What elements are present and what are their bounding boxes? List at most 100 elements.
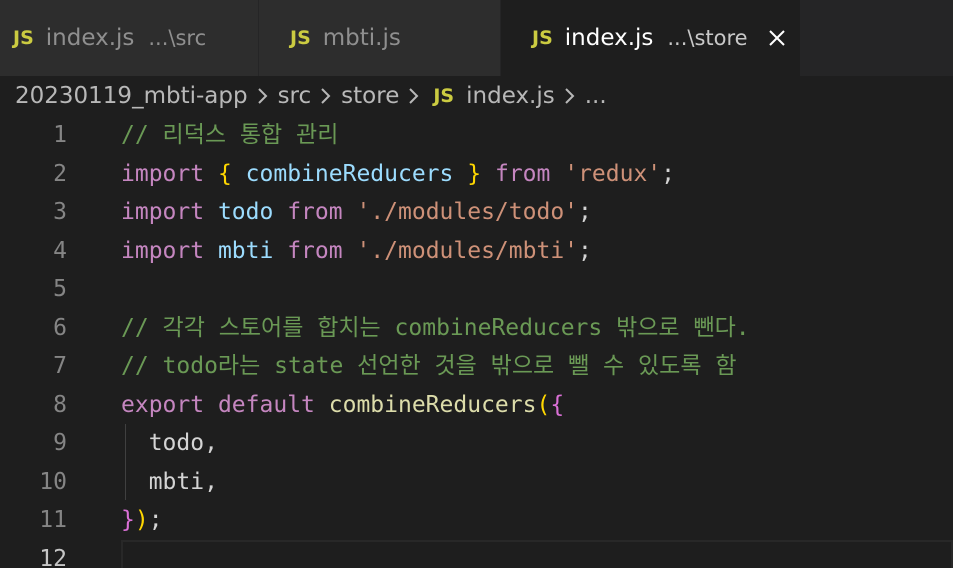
code-line[interactable]: 3 import todo from './modules/todo'; (0, 193, 953, 231)
tab-path-description: ...\src (148, 26, 207, 50)
code-line[interactable]: 7 // todo라는 state 선언한 것을 밖으로 뺄 수 있도록 함 (0, 347, 953, 385)
line-number: 1 (53, 122, 67, 148)
code-line[interactable]: 9 todo, (0, 424, 953, 462)
code-token: 'redux' (564, 160, 662, 187)
code-token: todo, (121, 430, 218, 456)
code-token: // 각각 스토어를 합치는 combineReducers 밖으로 뺀다. (121, 314, 750, 341)
code-content: todo, (121, 424, 218, 462)
chevron-right-icon (256, 85, 270, 107)
tab-index-js-src[interactable]: JS index.js ...\src (0, 0, 259, 76)
code-line[interactable]: 5 (0, 270, 953, 308)
javascript-file-icon: JS (290, 27, 311, 49)
code-token: from (287, 237, 343, 264)
code-editor[interactable]: 1 // 리덕스 통합 관리 2 import { combineReducers }… (0, 116, 953, 568)
code-token: ; (148, 507, 163, 533)
code-line[interactable]: 1 // 리덕스 통합 관리 (0, 116, 953, 154)
code-token: from (494, 160, 551, 187)
tab-label: mbti.js (322, 25, 401, 51)
tab-mbti-js[interactable]: JS mbti.js (259, 0, 501, 76)
line-number: 4 (53, 237, 67, 264)
code-token: import (121, 237, 205, 264)
line-number: 5 (53, 276, 67, 302)
breadcrumb: 20230119_mbti-app src store JS index.js … (0, 76, 953, 116)
code-token: './modules/mbti' (356, 237, 579, 264)
code-token: todo (217, 199, 274, 225)
line-number: 10 (39, 468, 67, 495)
code-token: combineReducers (328, 391, 537, 418)
code-token: { (217, 160, 232, 187)
code-content: import mbti from './modules/mbti'; (121, 232, 592, 270)
code-token: } (467, 160, 482, 187)
code-content: // 각각 스토어를 합치는 combineReducers 밖으로 뺀다. (121, 309, 750, 347)
code-token: import (121, 199, 205, 225)
code-token: // 리덕스 통합 관리 (121, 122, 339, 148)
code-token: ( (536, 391, 551, 418)
breadcrumb-symbol-ellipsis[interactable]: ... (585, 83, 607, 109)
code-token: { (550, 391, 565, 418)
code-line[interactable]: 2 import { combineReducers } from 'redux'… (0, 155, 953, 193)
editor-tab-bar: JS index.js ...\src JS mbti.js JS index.… (0, 0, 953, 76)
javascript-file-icon: JS (13, 27, 34, 49)
code-content: import todo from './modules/todo'; (121, 193, 592, 231)
code-token: ; (578, 237, 592, 264)
chevron-right-icon (563, 85, 577, 107)
line-number: 7 (53, 353, 67, 379)
code-token: ) (134, 507, 149, 533)
code-content: }); (121, 501, 163, 539)
code-token: './modules/todo' (356, 199, 579, 225)
line-number: 2 (53, 160, 67, 187)
code-line[interactable]: 8 export default combineReducers({ (0, 386, 953, 424)
code-line[interactable]: 4 import mbti from './modules/mbti'; (0, 232, 953, 270)
javascript-file-icon: JS (532, 27, 553, 49)
code-token: combineReducers (245, 160, 454, 187)
code-token: export (121, 391, 205, 418)
code-line[interactable]: 12 (0, 540, 953, 568)
line-number: 6 (53, 314, 67, 341)
tab-path-description: ...\store (667, 26, 748, 50)
code-line[interactable]: 10 mbti, (0, 463, 953, 501)
javascript-file-icon: JS (433, 85, 455, 107)
chevron-right-icon (319, 85, 333, 107)
breadcrumb-item-store[interactable]: store (341, 83, 399, 109)
breadcrumb-item-project[interactable]: 20230119_mbti-app (15, 83, 248, 109)
line-number: 8 (53, 391, 67, 418)
code-token: import (121, 160, 205, 187)
breadcrumb-item-file[interactable]: index.js (466, 83, 555, 109)
tab-label: index.js (45, 25, 135, 51)
line-number: 3 (53, 199, 67, 225)
tab-label: index.js (564, 25, 654, 51)
line-number: 12 (39, 545, 67, 568)
chevron-right-icon (407, 85, 421, 107)
close-icon[interactable] (766, 27, 788, 49)
code-token: mbti (217, 237, 274, 264)
code-token: ; (578, 199, 592, 225)
code-token: default (217, 391, 315, 418)
code-line[interactable]: 6 // 각각 스토어를 합치는 combineReducers 밖으로 뺀다. (0, 309, 953, 347)
breadcrumb-item-src[interactable]: src (278, 83, 312, 109)
code-content: // 리덕스 통합 관리 (121, 116, 338, 154)
code-token: // todo라는 state 선언한 것을 밖으로 뺄 수 있도록 함 (121, 353, 737, 379)
code-content: import { combineReducers } from 'redux'; (121, 155, 675, 193)
code-line[interactable]: 11}); (0, 501, 953, 539)
line-number: 9 (53, 430, 67, 456)
code-token: from (287, 199, 343, 225)
code-content: mbti, (121, 463, 218, 501)
code-token: mbti, (121, 468, 218, 495)
line-number: 11 (39, 507, 67, 533)
tab-index-js-store[interactable]: JS index.js ...\store (501, 0, 801, 76)
code-content: // todo라는 state 선언한 것을 밖으로 뺄 수 있도록 함 (121, 347, 737, 385)
code-content: export default combineReducers({ (121, 386, 564, 424)
code-token: ; (661, 160, 676, 187)
